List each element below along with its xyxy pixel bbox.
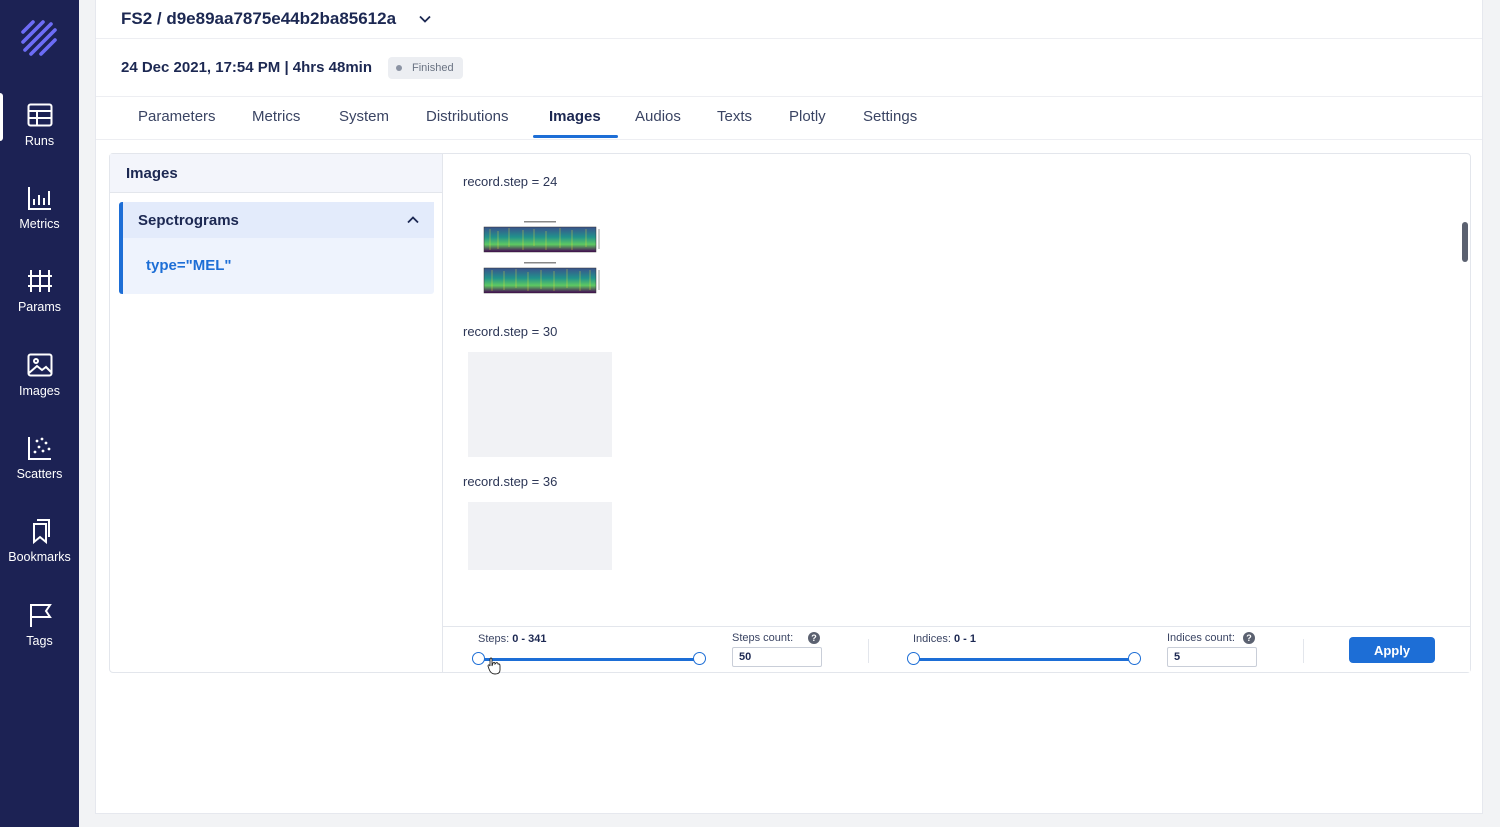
image-placeholder[interactable] xyxy=(468,352,612,457)
chevron-up-icon[interactable] xyxy=(406,213,420,227)
sidebar-item-tags[interactable]: Tags xyxy=(0,597,79,665)
tab-plotly[interactable]: Plotly xyxy=(789,108,826,125)
sidebar-item-label: Runs xyxy=(24,134,55,148)
tab-images[interactable]: Images xyxy=(549,108,601,125)
divider xyxy=(1303,639,1304,663)
sidebar-item-label: Metrics xyxy=(19,217,60,231)
steps-label-text: Steps: xyxy=(478,633,510,645)
params-icon xyxy=(27,270,52,292)
steps-min-handle[interactable] xyxy=(472,652,485,665)
run-meta: 24 Dec 2021, 17:54 PM | 4hrs 48min Finis… xyxy=(96,39,1482,97)
steps-range-track[interactable] xyxy=(483,658,699,661)
image-group: Sepctrograms type="MEL" xyxy=(119,202,434,294)
scatter-icon xyxy=(27,437,51,460)
sidebar-item-metrics[interactable]: Metrics xyxy=(0,180,79,248)
sidebar-item-params[interactable]: Params xyxy=(0,263,79,331)
tab-parameters[interactable]: Parameters xyxy=(138,108,216,125)
steps-range: 0 - 341 xyxy=(512,633,547,645)
images-card: Images Sepctrograms type="MEL" record.st… xyxy=(109,153,1471,675)
image-group-name: Sepctrograms xyxy=(138,211,239,229)
sidebar: Runs Metrics Params Images Scatters Book… xyxy=(0,0,79,827)
status-text: Finished xyxy=(412,61,454,74)
apply-button[interactable]: Apply xyxy=(1349,637,1435,663)
indices-label: Indices: 0 - 1 xyxy=(913,633,976,645)
sidebar-item-label: Params xyxy=(17,300,62,314)
indices-count-label: Indices count: xyxy=(1167,632,1235,644)
sidebar-item-label: Tags xyxy=(26,634,53,648)
tab-audios[interactable]: Audios xyxy=(635,108,681,125)
indices-count-input[interactable] xyxy=(1167,647,1257,667)
image-placeholder[interactable] xyxy=(468,502,612,570)
tab-texts[interactable]: Texts xyxy=(717,108,752,125)
run-title: FS2 / d9e89aa7875e44b2ba85612a xyxy=(121,9,397,28)
sidebar-item-runs[interactable]: Runs xyxy=(0,93,79,165)
sidebar-item-bookmarks[interactable]: Bookmarks xyxy=(0,513,79,581)
sidebar-item-images[interactable]: Images xyxy=(0,347,79,415)
sidebar-item-label: Bookmarks xyxy=(8,550,71,564)
vertical-scrollbar[interactable] xyxy=(1462,222,1468,262)
sidebar-item-label: Scatters xyxy=(16,467,63,481)
help-icon[interactable]: ? xyxy=(1243,632,1255,644)
record-step-label: record.step = 36 xyxy=(463,474,558,489)
steps-count-label: Steps count: xyxy=(732,632,794,644)
chart-icon xyxy=(27,187,51,210)
steps-max-handle[interactable] xyxy=(693,652,706,665)
active-tab-indicator xyxy=(533,135,618,138)
spectrogram-image[interactable] xyxy=(468,211,612,319)
chevron-down-icon[interactable] xyxy=(418,12,432,26)
indices-range-track[interactable] xyxy=(918,658,1134,661)
tab-system[interactable]: System xyxy=(339,108,389,125)
indices-range: 0 - 1 xyxy=(953,633,976,645)
tab-settings[interactable]: Settings xyxy=(863,108,917,125)
indices-min-handle[interactable] xyxy=(907,652,920,665)
indices-label-text: Indices: xyxy=(913,633,951,645)
hand-cursor-icon xyxy=(487,657,501,675)
steps-label: Steps: 0 - 341 xyxy=(478,633,547,645)
sidebar-item-label: Images xyxy=(19,384,60,398)
run-date-duration: 24 Dec 2021, 17:54 PM | 4hrs 48min xyxy=(121,59,373,76)
table-icon xyxy=(27,103,52,127)
record-step-label: record.step = 24 xyxy=(463,174,558,189)
bookmark-icon xyxy=(32,519,50,545)
divider xyxy=(868,639,869,663)
indices-max-handle[interactable] xyxy=(1128,652,1141,665)
image-group-item[interactable]: type="MEL" xyxy=(146,257,232,274)
run-detail-panel: FS2 / d9e89aa7875e44b2ba85612a 24 Dec 20… xyxy=(95,0,1483,814)
status-dot-icon xyxy=(396,64,403,71)
sidebar-item-scatters[interactable]: Scatters xyxy=(0,430,79,498)
image-icon xyxy=(27,353,52,377)
image-controls-bar: Steps: 0 - 341 Steps count: ? Indices: 0… xyxy=(443,626,1470,675)
help-icon[interactable]: ? xyxy=(808,632,820,644)
aim-logo-icon[interactable] xyxy=(19,18,61,60)
record-step-label: record.step = 30 xyxy=(463,324,558,339)
tab-bar: Parameters Metrics System Distributions … xyxy=(96,97,1482,140)
image-group-header[interactable]: Sepctrograms xyxy=(123,202,434,238)
steps-count-input[interactable] xyxy=(732,647,822,667)
images-panel-title: Images xyxy=(110,154,442,193)
tab-metrics[interactable]: Metrics xyxy=(252,108,300,125)
images-viewer: record.step = 24 record.step = 30 record… xyxy=(443,154,1470,675)
run-header: FS2 / d9e89aa7875e44b2ba85612a xyxy=(96,0,1482,39)
status-badge: Finished xyxy=(388,56,463,79)
flag-icon xyxy=(29,604,52,627)
tab-distributions[interactable]: Distributions xyxy=(426,108,509,125)
image-groups-panel: Images Sepctrograms type="MEL" xyxy=(110,154,443,672)
